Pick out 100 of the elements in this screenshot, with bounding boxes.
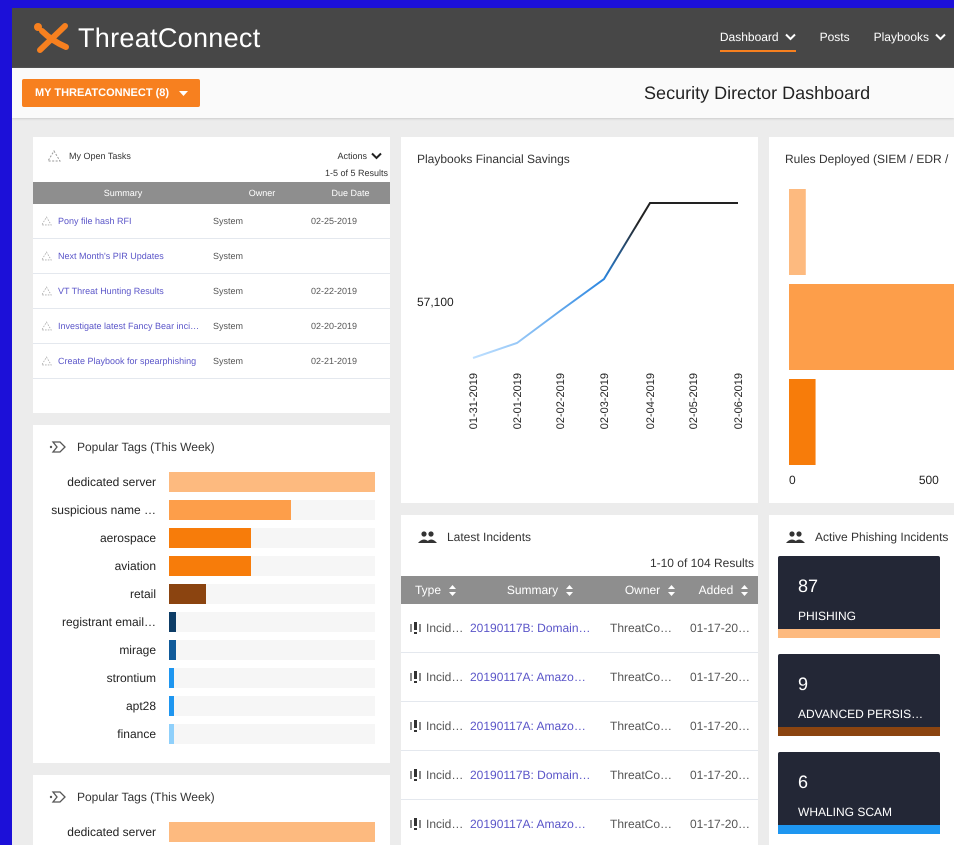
tile-label: WHALING SCAM bbox=[798, 805, 894, 819]
table-cell-text: 01-17-20… bbox=[690, 719, 752, 733]
table-cell: Incid… bbox=[426, 719, 464, 733]
card-title: Playbooks Financial Savings bbox=[416, 151, 571, 166]
results-count: 1-5 of 5 Results bbox=[324, 167, 389, 180]
actions-menu[interactable]: Actions bbox=[337, 151, 382, 161]
table-cell: Incid… bbox=[426, 768, 464, 782]
incident-count-tile[interactable]: 87 PHISHING bbox=[778, 556, 940, 638]
axis-label: 57,100 bbox=[417, 295, 454, 309]
task-link[interactable]: VT Threat Hunting Results bbox=[58, 286, 164, 296]
date-label: 02-04-2019 bbox=[645, 373, 657, 430]
incident-link[interactable]: 20190117B: Domain… bbox=[470, 768, 610, 782]
task-link[interactable]: Pony file hash RFI bbox=[58, 216, 132, 226]
table-cell: Incid… bbox=[426, 621, 464, 635]
tag-label: dedicated server bbox=[66, 825, 157, 839]
incident-link[interactable]: 20190117A: Amazo… bbox=[470, 719, 610, 733]
table-cell-text: ThreatCo… bbox=[610, 768, 674, 782]
task-icon bbox=[41, 251, 52, 261]
date-label: 01-31-2019 bbox=[468, 373, 480, 430]
chevron-down-icon bbox=[784, 33, 796, 41]
nav-tab[interactable]: Playbooks bbox=[874, 24, 946, 52]
incident-icon bbox=[410, 671, 421, 683]
column-header[interactable]: Owner bbox=[610, 583, 690, 597]
incident-link[interactable]: 20190117B: Domain… bbox=[470, 621, 610, 635]
date-label: 02-05-2019 bbox=[688, 373, 700, 430]
chevron-down-icon bbox=[371, 152, 382, 160]
table-cell-text: ThreatCo… bbox=[610, 621, 674, 635]
brand-name: ThreatConnect bbox=[78, 22, 260, 54]
tile-count: 9 bbox=[798, 674, 810, 695]
page-title: Security Director Dashboard bbox=[644, 82, 870, 104]
task-icon bbox=[41, 321, 52, 331]
incident-count-tile[interactable]: 9 ADVANCED PERSIS… bbox=[778, 654, 940, 736]
sort-icon bbox=[566, 584, 574, 596]
tag-label: aviation bbox=[114, 559, 157, 573]
incident-icon bbox=[410, 818, 421, 830]
column-header[interactable]: Due Date bbox=[311, 188, 390, 198]
tag-label: dedicated server bbox=[66, 475, 157, 489]
card-title: Popular Tags (This Week) bbox=[77, 440, 215, 454]
table-cell-text: ThreatCo… bbox=[610, 719, 674, 733]
table-cell-text: 01-17-20… bbox=[690, 817, 752, 831]
table-cell-text: System bbox=[213, 356, 244, 366]
task-icon bbox=[41, 356, 52, 366]
task-link[interactable]: Investigate latest Fancy Bear inci… bbox=[58, 321, 200, 331]
tile-label: PHISHING bbox=[798, 609, 858, 623]
table-cell-text: ThreatCo… bbox=[610, 817, 674, 831]
task-link[interactable]: Create Playbook for spearphishing bbox=[58, 356, 196, 366]
incident-icon bbox=[410, 769, 421, 781]
card-title: Active Phishing Incidents bbox=[815, 530, 948, 544]
chevron-down-icon bbox=[935, 33, 946, 41]
incident-link[interactable]: 20190117A: Amazo… bbox=[470, 670, 610, 684]
table-cell-text: System bbox=[213, 321, 244, 331]
table-cell: Incid… bbox=[426, 817, 464, 831]
table-cell-text: 02-21-2019 bbox=[311, 356, 358, 366]
column-header[interactable]: Summary bbox=[470, 583, 610, 597]
incident-icon bbox=[410, 720, 421, 732]
task-link[interactable]: Next Month's PIR Updates bbox=[58, 251, 164, 261]
table-cell-text: System bbox=[213, 216, 244, 226]
axis-tick-label: 500 bbox=[918, 473, 939, 487]
nav-tab[interactable]: Posts bbox=[820, 24, 850, 52]
table-cell-text: ThreatCo… bbox=[610, 670, 674, 684]
table-cell: Incid… bbox=[426, 670, 464, 684]
column-header[interactable]: Added bbox=[690, 583, 757, 597]
column-header[interactable]: Owner bbox=[213, 188, 311, 198]
date-label: 02-03-2019 bbox=[599, 373, 611, 430]
table-cell-text: 02-25-2019 bbox=[311, 216, 358, 226]
caret-icon bbox=[179, 90, 188, 96]
people-icon bbox=[417, 531, 437, 543]
column-header[interactable]: Type bbox=[401, 583, 470, 597]
table-cell-text: 02-22-2019 bbox=[311, 286, 358, 296]
tag-label: mirage bbox=[118, 643, 157, 657]
tag-label: retail bbox=[128, 587, 157, 601]
incident-link[interactable]: 20190117A: Amazo… bbox=[470, 817, 610, 831]
table-cell-text: System bbox=[213, 286, 244, 296]
tag-label: suspicious name … bbox=[50, 503, 157, 517]
task-icon bbox=[41, 216, 52, 226]
table-cell-text: System bbox=[213, 251, 244, 261]
card-title: Popular Tags (This Week) bbox=[77, 790, 215, 804]
task-icon bbox=[41, 286, 52, 296]
tag-icon bbox=[49, 790, 67, 804]
sort-icon bbox=[741, 584, 748, 596]
incident-icon bbox=[410, 622, 421, 634]
tag-label: strontium bbox=[106, 671, 157, 685]
column-header[interactable]: Summary bbox=[33, 188, 213, 198]
tile-count: 6 bbox=[798, 772, 810, 793]
sort-icon bbox=[449, 584, 456, 596]
sort-icon bbox=[668, 584, 676, 596]
tag-label: apt28 bbox=[124, 699, 157, 713]
table-cell-text: 02-20-2019 bbox=[311, 321, 358, 331]
tile-label: ADVANCED PERSIS… bbox=[798, 707, 924, 721]
incident-count-tile[interactable]: 6 WHALING SCAM bbox=[778, 752, 940, 834]
card-title: Rules Deployed (SIEM / EDR / bbox=[784, 151, 950, 166]
tag-label: aerospace bbox=[98, 531, 157, 545]
people-icon bbox=[785, 531, 805, 543]
tag-label: finance bbox=[116, 727, 157, 741]
card-title: Latest Incidents bbox=[447, 530, 532, 544]
task-icon bbox=[47, 150, 61, 162]
date-label: 02-01-2019 bbox=[512, 373, 524, 430]
tag-label: registrant email… bbox=[60, 615, 157, 629]
tag-icon bbox=[49, 440, 67, 454]
nav-tab[interactable]: Dashboard bbox=[720, 24, 796, 52]
